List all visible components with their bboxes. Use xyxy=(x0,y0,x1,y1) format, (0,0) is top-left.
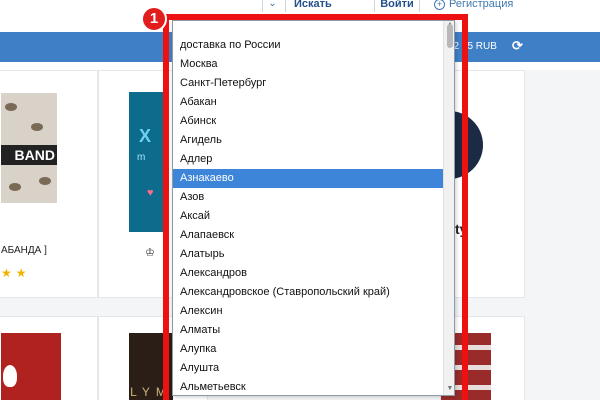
rating-stars: ★★ xyxy=(1,266,31,280)
leaf-decoration xyxy=(5,103,17,111)
product-card[interactable]: BAND АБАНДА ] ★★ xyxy=(0,70,98,298)
leaf-decoration xyxy=(39,177,51,185)
product-image[interactable]: BAND xyxy=(1,93,57,203)
plus-icon: + xyxy=(434,0,445,10)
product-card[interactable] xyxy=(0,316,98,400)
register-link[interactable]: + Регистрация xyxy=(434,0,513,10)
leaf-decoration xyxy=(31,123,43,131)
register-label: Регистрация xyxy=(449,0,514,10)
apple-logo-icon xyxy=(3,365,17,387)
step-badge: 1 xyxy=(141,6,167,32)
product-image-subtext: m xyxy=(137,152,146,163)
heart-icon: ♥ xyxy=(147,187,154,199)
crown-icon: ♔ xyxy=(145,247,155,259)
highlight-box xyxy=(163,14,468,400)
top-toolbar: ⌄ Искать Войти + Регистрация xyxy=(0,0,600,14)
product-title[interactable]: АБАНДА ] xyxy=(1,245,47,256)
chevron-down-icon[interactable]: ⌄ xyxy=(262,0,282,12)
product-image-text: X xyxy=(139,126,152,146)
product-image[interactable] xyxy=(1,333,61,400)
search-button[interactable]: Искать xyxy=(285,0,365,12)
login-button[interactable]: Войти xyxy=(374,0,420,12)
product-image-text: BAND xyxy=(1,145,57,165)
leaf-decoration xyxy=(9,183,21,191)
refresh-icon[interactable]: ⟳ xyxy=(512,38,523,54)
